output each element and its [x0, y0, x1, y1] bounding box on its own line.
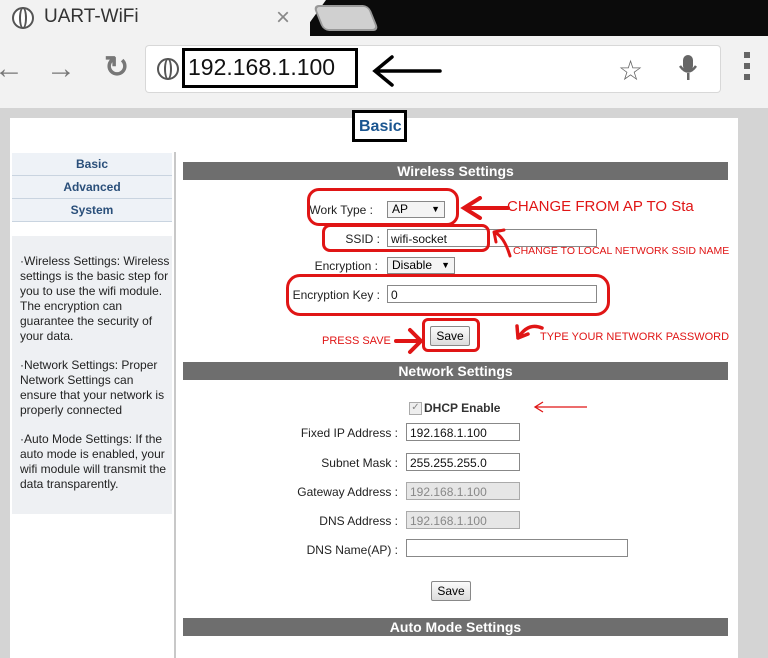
auto-mode-settings-header: Auto Mode Settings	[183, 618, 728, 636]
network-settings-header: Network Settings	[183, 362, 728, 380]
save-highlight	[422, 318, 480, 352]
arrow-annotation-ssid-icon	[492, 228, 512, 258]
subnet-input[interactable]: 255.255.255.0	[406, 453, 520, 471]
sidebar-item-basic[interactable]: Basic	[12, 153, 172, 176]
encryption-label: Encryption :	[314, 259, 378, 273]
new-tab-button[interactable]	[312, 5, 380, 31]
help-network: ·Network Settings: Proper Network Settin…	[20, 358, 165, 417]
encryption-select[interactable]: Disable ▼	[387, 257, 455, 274]
back-button[interactable]: ←	[0, 52, 24, 86]
annotation-change-ssid: CHANGE TO LOCAL NETWORK SSID NAME	[513, 245, 730, 257]
dns-name-input[interactable]	[406, 539, 628, 557]
page-title: Basic	[359, 118, 402, 135]
fixed-ip-input[interactable]: 192.168.1.100	[406, 423, 520, 441]
dhcp-checkbox[interactable]: ✓	[409, 402, 422, 415]
fixed-ip-label: Fixed IP Address :	[300, 426, 398, 440]
help-wireless: ·Wireless Settings: Wireless settings is…	[20, 254, 170, 343]
arrow-annotation-dhcp-icon	[533, 401, 587, 413]
dns-input[interactable]: 192.168.1.100	[406, 511, 520, 529]
divider	[174, 152, 176, 658]
url-text[interactable]: 192.168.1.100	[188, 54, 335, 81]
sidebar-item-system[interactable]: System	[12, 199, 172, 222]
annotation-press-save: PRESS SAVE	[322, 335, 391, 347]
annotation-type-password: TYPE YOUR NETWORK PASSWORD	[540, 331, 730, 343]
gateway-input[interactable]: 192.168.1.100	[406, 482, 520, 500]
dns-label: DNS Address :	[319, 514, 398, 528]
menu-icon[interactable]	[744, 52, 750, 85]
help-auto-mode: ·Auto Mode Settings: If the auto mode is…	[20, 432, 167, 491]
tab-close-button[interactable]: ×	[276, 4, 290, 32]
microphone-icon[interactable]	[678, 53, 698, 83]
annotation-change-ap: CHANGE FROM AP TO Sta	[507, 198, 694, 215]
gateway-label: Gateway Address :	[297, 485, 398, 499]
globe-icon	[12, 7, 34, 29]
encryption-key-highlight	[286, 274, 610, 316]
work-type-highlight	[307, 188, 459, 226]
dns-name-label: DNS Name(AP) :	[306, 543, 398, 557]
network-save-button[interactable]: Save	[431, 581, 471, 601]
arrow-left-annotation-icon	[372, 55, 442, 87]
wireless-settings-header: Wireless Settings	[183, 162, 728, 180]
site-info-icon[interactable]	[157, 58, 179, 80]
ssid-highlight	[322, 224, 490, 252]
sidebar-item-advanced[interactable]: Advanced	[12, 176, 172, 199]
forward-button[interactable]: →	[46, 52, 76, 86]
reload-button[interactable]: ↻	[104, 50, 129, 85]
subnet-label: Subnet Mask :	[321, 456, 398, 470]
arrow-annotation-work-type-icon	[460, 196, 510, 220]
dhcp-label: DHCP Enable	[424, 401, 501, 415]
bookmark-star-icon[interactable]: ☆	[618, 54, 643, 87]
arrow-annotation-save-icon	[394, 328, 424, 354]
tab-title: UART-WiFi	[44, 6, 139, 27]
